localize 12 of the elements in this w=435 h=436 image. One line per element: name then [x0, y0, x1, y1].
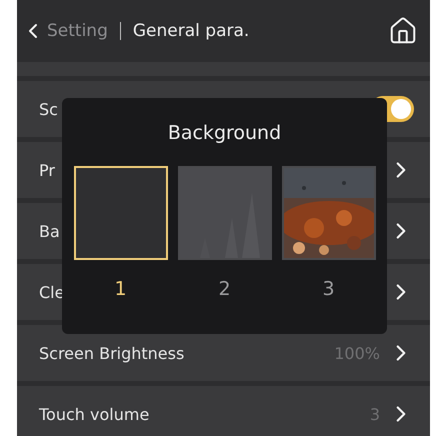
row-label: Screen Brightness [39, 344, 184, 362]
home-icon[interactable] [388, 16, 418, 46]
background-option[interactable]: 3 [282, 166, 376, 300]
background-option[interactable]: 1 [74, 166, 168, 300]
dialog-title: Background [168, 122, 282, 144]
back-button[interactable]: Setting [21, 19, 108, 43]
row-label: Sc [39, 100, 58, 118]
background-option[interactable]: 2 [178, 166, 272, 300]
row-label: Touch volume [39, 404, 150, 424]
row-label: Pr [39, 160, 55, 180]
row-label: Ba [39, 222, 60, 240]
page-title: General para. [132, 21, 250, 41]
